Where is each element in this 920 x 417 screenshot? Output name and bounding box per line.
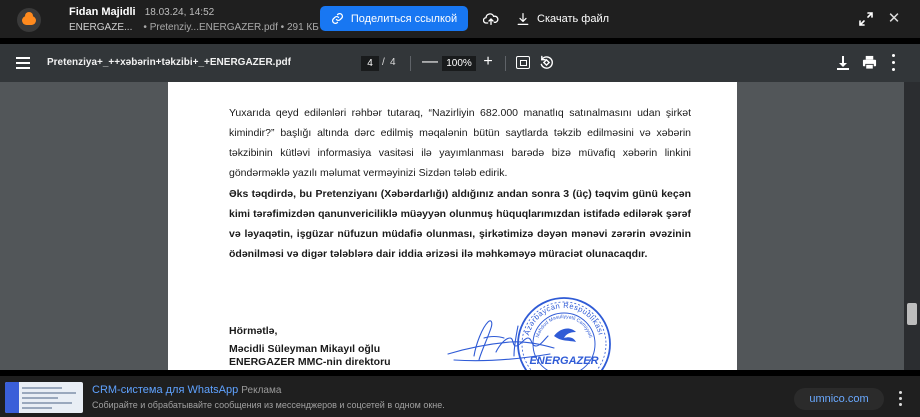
pdf-page: Yuxarıda qeyd edilənləri rəhbər tutaraq,… (168, 82, 737, 370)
ad-domain-button[interactable]: umnico.com (794, 388, 884, 410)
pdf-toolbar: Pretenziya+_++xəbərin+təkzibi+_+ENERGAZE… (0, 44, 920, 82)
scrollbar-thumb[interactable] (907, 303, 917, 325)
print-icon[interactable] (862, 55, 877, 70)
share-link-label: Поделиться ссылкой (350, 12, 458, 25)
share-link-button[interactable]: Поделиться ссылкой (320, 6, 468, 31)
stamp-emblem-icon (554, 328, 576, 342)
zoom-out-button[interactable]: — (422, 54, 438, 70)
toolbar-divider (410, 56, 411, 71)
message-date: 18.03.24, 14:52 (144, 7, 215, 18)
pdf-viewport[interactable]: Yuxarıda qeyd edilənləri rəhbər tutaraq,… (0, 82, 920, 370)
rotate-icon[interactable] (539, 55, 554, 70)
attachment-info: • Pretenziy...ENERGAZER.pdf • 291 КБ (143, 22, 319, 33)
ad-more-options-icon[interactable] (897, 391, 903, 406)
zoom-level-input[interactable]: 100% (442, 56, 476, 71)
more-options-icon[interactable] (890, 54, 896, 71)
cloud-upload-icon (483, 13, 499, 26)
ad-description: Собирайте и обрабатывайте сообщения из м… (92, 400, 445, 410)
ad-thumbnail[interactable] (5, 382, 83, 413)
fullscreen-icon[interactable] (858, 11, 874, 27)
toolbar-divider (505, 56, 506, 71)
pdf-download-icon[interactable] (836, 55, 850, 71)
fit-to-page-icon[interactable] (516, 56, 530, 69)
download-file-label: Скачать файл (537, 13, 610, 25)
sender-info: Fidan Majidli 18.03.24, 14:52 ENERGAZE..… (69, 5, 319, 35)
mail-attachment-bar: Fidan Majidli 18.03.24, 14:52 ENERGAZE..… (0, 0, 920, 38)
advertisement-bar[interactable]: CRM-система для WhatsApp Реклама Собирай… (0, 376, 920, 417)
zoom-in-button[interactable]: + (481, 53, 495, 71)
close-icon[interactable]: ✕ (885, 10, 903, 28)
page-separator: / (382, 57, 385, 68)
menu-icon[interactable] (16, 57, 30, 69)
pdf-file-title: Pretenziya+_++xəbərin+təkzibi+_+ENERGAZE… (47, 57, 291, 68)
total-pages: 4 (390, 57, 396, 68)
signer-name: Məcidli Süleyman Mikayıl oğlu (229, 343, 381, 355)
closing-regards: Hörmətlə, (229, 325, 278, 337)
company-stamp: Azərbaycan Respublikası Məhdud Məsuliyyə… (517, 297, 611, 370)
link-icon (331, 13, 343, 24)
signer-role: ENERGAZER MMC-nin direktoru (229, 356, 391, 368)
download-icon (517, 13, 529, 25)
cloud-app-icon (17, 8, 41, 32)
vertical-scrollbar[interactable] (904, 82, 920, 370)
paragraph-warning: Əks təqdirdə, bu Pretenziyanı (Xəbərdarl… (229, 188, 691, 260)
sender-org: ENERGAZE... (69, 22, 133, 33)
download-file-button[interactable]: Скачать файл (517, 9, 609, 29)
ad-tag: Реклама (241, 385, 282, 396)
stamp-brand: ENERGAZER (529, 355, 598, 367)
ad-title[interactable]: CRM-система для WhatsApp Реклама (92, 384, 281, 396)
paragraph-request: Yuxarıda qeyd edilənləri rəhbər tutaraq,… (229, 107, 691, 179)
sender-name: Fidan Majidli (69, 6, 136, 18)
save-to-cloud-button[interactable] (481, 9, 501, 29)
current-page-input[interactable]: 4 (361, 56, 379, 71)
